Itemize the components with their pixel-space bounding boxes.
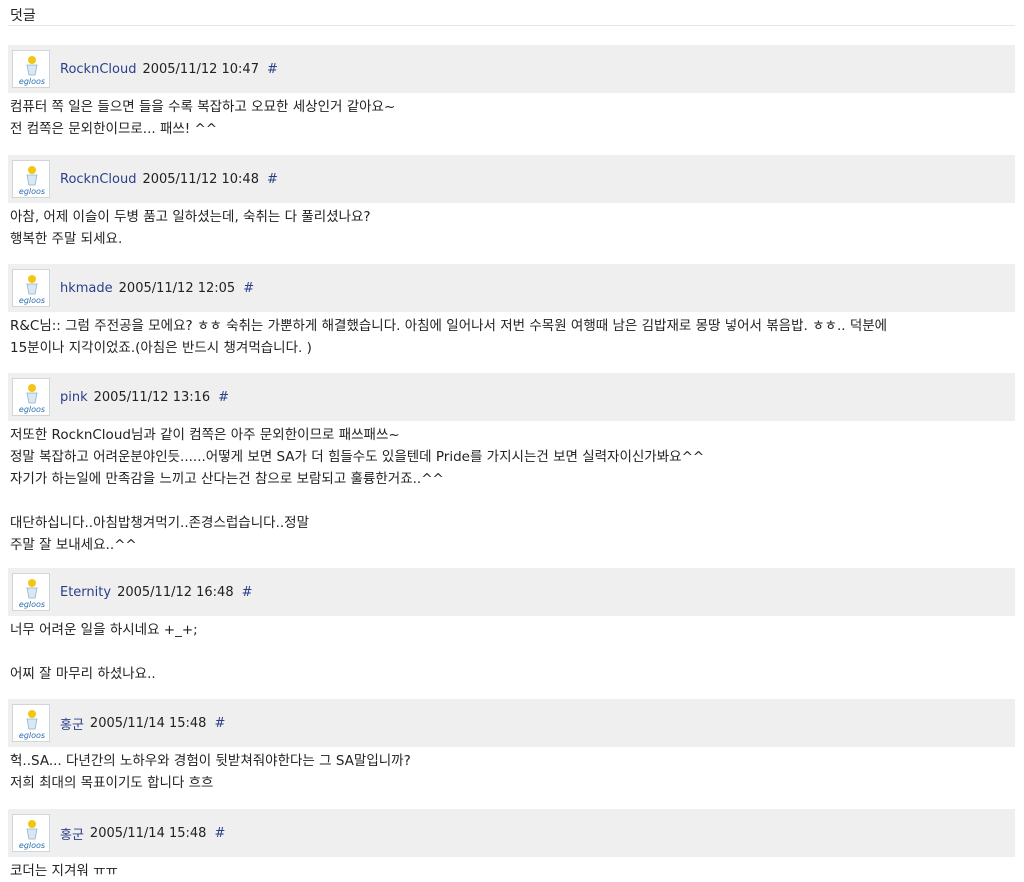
comment-text-line: 전 컴쪽은 문외한이므로... 패쓰! ^^ [10, 121, 218, 137]
avatar: egloos [12, 573, 50, 611]
comment-date: 2005/11/12 13:16 [93, 389, 211, 405]
comment-permalink[interactable]: # [242, 585, 253, 600]
avatar: egloos [12, 378, 50, 416]
comment-item: egloos hkmade 2005/11/12 12:05 #R&C님:: 그럼 주… [8, 264, 1015, 359]
comment-text-line: R&C님:: 그럼 주전공을 모에요? ㅎㅎ 숙취는 가뿐하게 해결했습니다. … [10, 318, 888, 334]
comment-author-link[interactable]: pink [60, 390, 88, 405]
svg-text:egloos: egloos [19, 841, 45, 850]
egloos-logo-icon: egloos [19, 56, 45, 86]
comment-date: 2005/11/12 10:47 [142, 61, 259, 77]
comment-permalink[interactable]: # [267, 62, 278, 77]
comment-text-line: 컴퓨터 쪽 일은 들으면 들을 수록 복잡하고 오묘한 세상인거 같아요~ [10, 99, 396, 115]
avatar: egloos [12, 160, 50, 198]
comment-item: egloos 홍군 2005/11/14 15:48 # 헉..SA... 다년간의 노… [8, 699, 1015, 794]
svg-text:egloos: egloos [19, 731, 45, 740]
comment-text-line: 자기가 하는일에 만족감을 느끼고 산다는건 참으로 보람되고 훌륭한거죠..^… [10, 471, 444, 487]
comment-item: egloos RocknCloud 2005/11/12 10:47 # 컴퓨터 쪽 일… [8, 45, 1015, 140]
comment-date: 2005/11/14 15:48 [89, 715, 207, 731]
comment-header: egloos RocknCloud 2005/11/12 10:48 # [8, 155, 1015, 203]
svg-text:egloos: egloos [19, 600, 45, 609]
egloos-logo-icon: egloos [19, 710, 45, 740]
comment-header: egloos RocknCloud 2005/11/12 10:47 # [8, 45, 1015, 93]
comment-body: 코더는 지겨워 ㅠㅠ [8, 857, 1015, 882]
comment-body: 너무 어려운 일을 하시네요 +_+; 어찌 잘 마무리 하셨나요.. [8, 616, 1015, 685]
comment-text-line: 15분이나 지각이었죠.(아침은 반드시 챙겨먹습니다. ) [10, 340, 312, 356]
svg-text:egloos: egloos [19, 187, 45, 196]
comment-item: egloos 홍군 2005/11/14 15:48 # 코더는 지겨워 ㅠㅠ [8, 809, 1015, 882]
svg-text:egloos: egloos [19, 405, 45, 414]
comment-author-link[interactable]: RocknCloud [60, 172, 136, 187]
comment-body: R&C님:: 그럼 주전공을 모에요? ㅎㅎ 숙취는 가뿐하게 해결했습니다. … [8, 312, 1015, 359]
egloos-logo-icon: egloos [19, 820, 45, 850]
comment-text-line: 코더는 지겨워 ㅠㅠ [10, 863, 118, 879]
comment-date: 2005/11/12 10:48 [142, 171, 259, 187]
comment-permalink[interactable]: # [218, 390, 229, 405]
egloos-logo-icon: egloos [19, 275, 45, 305]
egloos-logo-icon: egloos [19, 166, 45, 196]
comment-text-line: 대단하십니다..아침밥챙겨먹기..존경스럽습니다..정말 [10, 515, 309, 531]
comment-item: egloos RocknCloud 2005/11/12 10:48 # 아참, 어제 … [8, 155, 1015, 250]
comment-body: 아참, 어제 이슬이 두병 품고 일하셨는데, 숙취는 다 풀리셨나요? 행복한 … [8, 203, 1015, 250]
avatar: egloos [12, 269, 50, 307]
section-title: 덧글 [10, 8, 36, 24]
comment-author-link[interactable]: Eternity [60, 585, 111, 600]
avatar: egloos [12, 50, 50, 88]
comment-body: 헉..SA... 다년간의 노하우와 경험이 뒷받쳐줘야한다는 그 SA말입니까… [8, 747, 1015, 794]
comment-text-line: 행복한 주말 되세요. [10, 231, 123, 247]
comment-header: egloos hkmade 2005/11/12 12:05 # [8, 264, 1015, 312]
section-title-rule [8, 25, 1015, 26]
comment-item: egloos pink 2005/11/12 13:16 # 저또한 RocknClou… [8, 373, 1015, 556]
comment-author-link[interactable]: RocknCloud [60, 62, 136, 77]
comment-text-line: 아참, 어제 이슬이 두병 품고 일하셨는데, 숙취는 다 풀리셨나요? [10, 209, 371, 225]
comment-body: 저또한 RocknCloud님과 같이 컴쪽은 아주 문외한이므로 패쓰패쓰~ 정… [8, 421, 1015, 556]
comment-text-line: 저희 최대의 목표이기도 합니다 흐흐 [10, 775, 214, 791]
comment-text-line [10, 490, 1015, 512]
comment-permalink[interactable]: # [267, 172, 278, 187]
comment-date: 2005/11/12 16:48 [117, 584, 234, 600]
comment-author-link[interactable]: 홍군 [60, 714, 84, 733]
avatar: egloos [12, 814, 50, 852]
comment-text-line: 정말 복잡하고 어려운분야인듯......어떻게 보면 SA가 더 힘들수도 있… [10, 449, 705, 465]
comment-permalink[interactable]: # [214, 826, 225, 841]
egloos-logo-icon: egloos [19, 384, 45, 414]
comment-permalink[interactable]: # [243, 281, 254, 296]
comment-author-link[interactable]: hkmade [60, 281, 113, 296]
comment-text-line [10, 641, 1015, 663]
comment-header: egloos pink 2005/11/12 13:16 # [8, 373, 1015, 421]
egloos-logo-icon: egloos [19, 579, 45, 609]
comment-date: 2005/11/12 12:05 [118, 280, 236, 296]
comment-text-line: 어찌 잘 마무리 하셨나요.. [10, 666, 156, 682]
avatar: egloos [12, 704, 50, 742]
comment-author-link[interactable]: 홍군 [60, 824, 84, 843]
comment-permalink[interactable]: # [214, 716, 225, 731]
comment-date: 2005/11/14 15:48 [89, 825, 207, 841]
comment-header: egloos Eternity 2005/11/12 16:48 # [8, 568, 1015, 616]
comment-text-line: 주말 잘 보내세요..^^ [10, 537, 137, 553]
svg-text:egloos: egloos [19, 296, 45, 305]
svg-text:egloos: egloos [19, 77, 45, 86]
comment-header: egloos 홍군 2005/11/14 15:48 # [8, 699, 1015, 747]
comment-text-line: 저또한 RocknCloud님과 같이 컴쪽은 아주 문외한이므로 패쓰패쓰~ [10, 427, 400, 443]
comment-text-line: 헉..SA... 다년간의 노하우와 경험이 뒷받쳐줘야한다는 그 SA말입니까… [10, 753, 411, 769]
comment-header: egloos 홍군 2005/11/14 15:48 # [8, 809, 1015, 857]
comment-text-line: 너무 어려운 일을 하시네요 +_+; [10, 622, 198, 638]
comment-body: 컴퓨터 쪽 일은 들으면 들을 수록 복잡하고 오묘한 세상인거 같아요~ 전 컴… [8, 93, 1015, 140]
comment-item: egloos Eternity 2005/11/12 16:48 # 너무 어려운 일을… [8, 568, 1015, 685]
